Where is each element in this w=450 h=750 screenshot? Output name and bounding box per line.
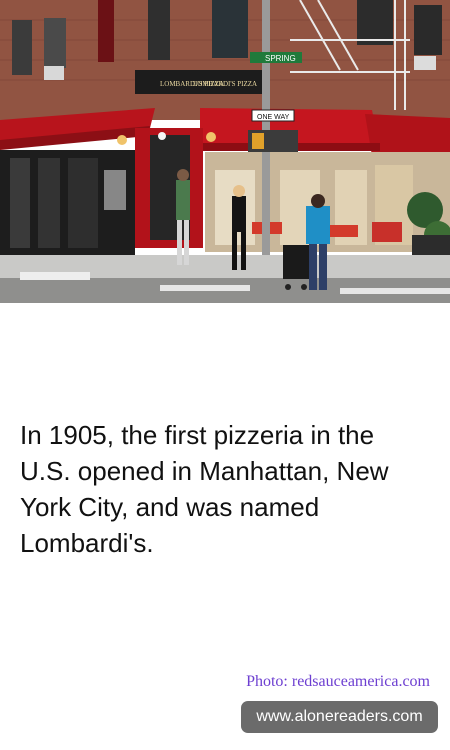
storefront-sign-right: LOMBARDI'S PIZZA — [193, 80, 257, 88]
site-link[interactable]: www.alonereaders.com — [241, 701, 438, 733]
street-sign-text: SPRING — [265, 54, 296, 63]
street-photo: LOMBARDI'S PIZZA LOMBARDI'S PIZZA SPRING… — [0, 0, 450, 303]
one-way-sign-text: ONE WAY — [257, 114, 290, 121]
fact-text: In 1905, the first pizzeria in the U.S. … — [20, 420, 389, 558]
photo-credit: Photo: redsauceamerica.com — [246, 673, 430, 690]
